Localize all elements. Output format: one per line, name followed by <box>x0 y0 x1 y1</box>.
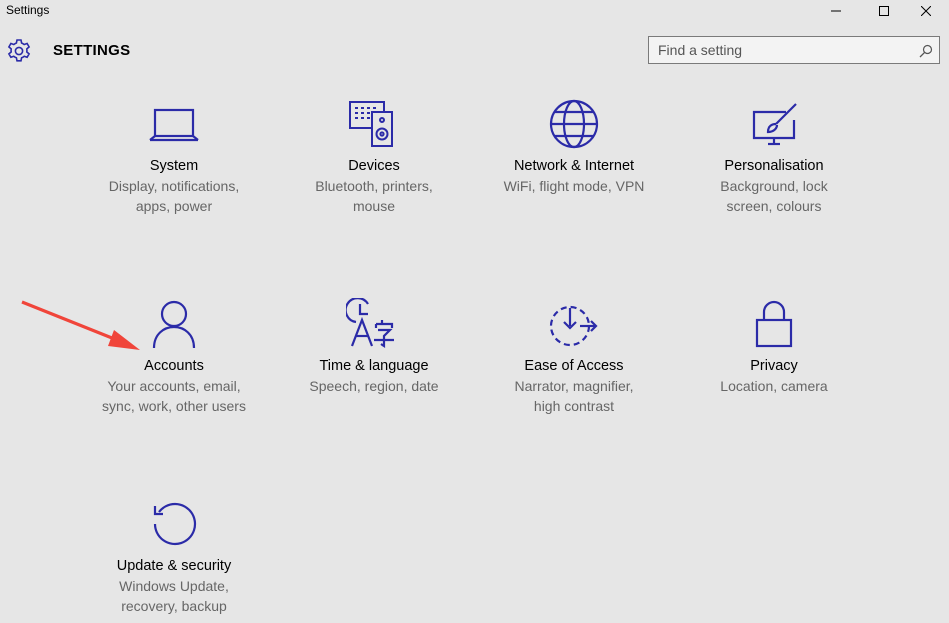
tile-title: Update & security <box>116 558 232 574</box>
close-icon <box>921 6 931 16</box>
minimize-icon <box>831 10 841 12</box>
tile-system[interactable]: System Display, notifications, apps, pow… <box>74 98 274 216</box>
tile-description: Location, camera <box>720 378 828 394</box>
laptop-icon <box>149 108 199 142</box>
maximize-button[interactable] <box>861 0 907 22</box>
tile-description: Windows Update, recovery, backup <box>119 578 229 614</box>
tile-devices[interactable]: Devices Bluetooth, printers, mouse <box>274 98 474 216</box>
tile-title: Time & language <box>319 358 429 374</box>
tile-description: Narrator, magnifier, high contrast <box>514 378 634 414</box>
person-icon <box>152 300 196 349</box>
close-button[interactable] <box>903 0 949 22</box>
tile-description: Display, notifications, apps, power <box>108 178 240 214</box>
time-language-icon <box>346 298 394 349</box>
tile-description: Bluetooth, printers, mouse <box>315 178 433 214</box>
minimize-button[interactable] <box>813 0 859 22</box>
search-icon[interactable] <box>919 44 933 58</box>
tile-title: System <box>149 158 199 174</box>
tile-description: Background, lock screen, colours <box>720 178 828 214</box>
red-arrow-icon <box>21 300 140 350</box>
tile-ease-of-access[interactable]: Ease of Access Narrator, magnifier, high… <box>474 298 674 416</box>
tile-network-internet[interactable]: Network & Internet WiFi, flight mode, VP… <box>474 98 674 196</box>
devices-icon <box>349 101 393 147</box>
tile-title: Personalisation <box>724 158 824 174</box>
tile-title: Ease of Access <box>524 358 624 374</box>
tile-title: Accounts <box>144 358 204 374</box>
refresh-icon <box>153 502 197 546</box>
page-title: SETTINGS <box>53 42 131 59</box>
ease-of-access-icon <box>549 305 598 347</box>
gear-icon <box>7 39 31 62</box>
window-title: Settings <box>6 3 50 17</box>
tile-title: Privacy <box>750 358 798 374</box>
search-input[interactable] <box>649 37 920 63</box>
tile-description: Your accounts, email, sync, work, other … <box>102 378 246 414</box>
tile-personalisation[interactable]: Personalisation Background, lock screen,… <box>674 98 874 216</box>
tile-title: Devices <box>348 158 400 174</box>
tile-title: Network & Internet <box>513 158 635 174</box>
globe-icon <box>549 99 599 149</box>
tile-update-security[interactable]: Update & security Windows Update, recove… <box>74 498 274 616</box>
search-box <box>648 36 940 64</box>
tile-description: Speech, region, date <box>309 378 439 394</box>
lock-icon <box>755 300 793 348</box>
tile-privacy[interactable]: Privacy Location, camera <box>674 298 874 396</box>
tile-description: WiFi, flight mode, VPN <box>503 178 645 194</box>
paintbrush-icon <box>752 103 797 146</box>
maximize-icon <box>879 6 889 16</box>
title-bar: Settings <box>0 0 949 22</box>
tile-time-language[interactable]: Time & language Speech, region, date <box>274 298 474 396</box>
